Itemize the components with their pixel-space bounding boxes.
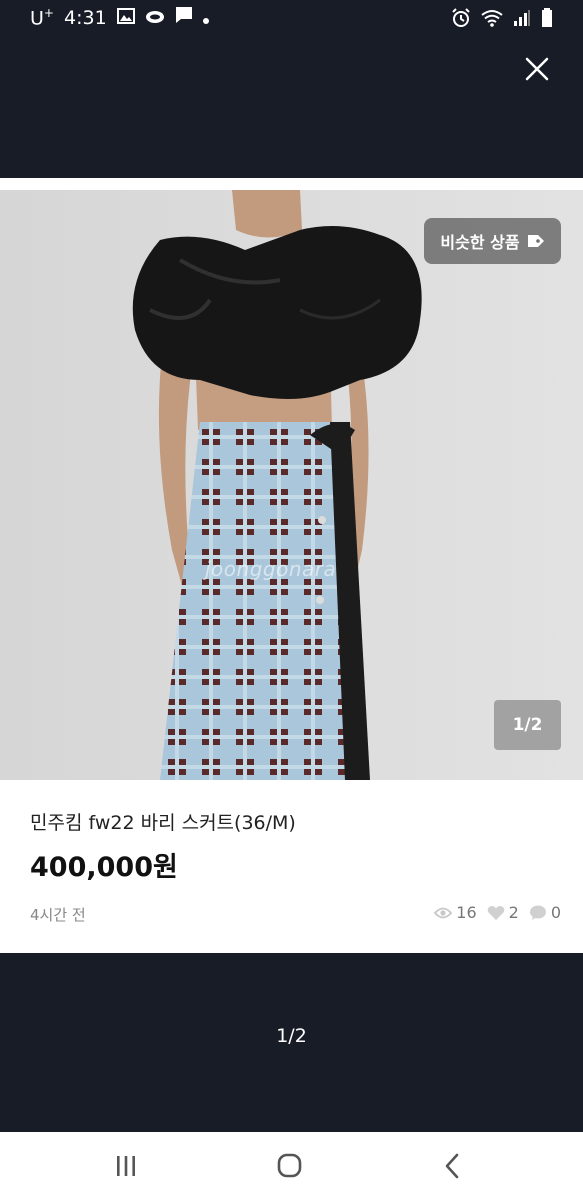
recent-apps-icon xyxy=(117,1156,135,1176)
likes-stat: 2 xyxy=(487,903,519,922)
dot-icon xyxy=(202,7,209,29)
chats-stat: 0 xyxy=(529,903,561,922)
gallery-pager: 1/2 xyxy=(276,1025,307,1047)
signal-icon xyxy=(513,9,531,32)
carrier-label: U+ xyxy=(30,6,54,30)
gallery-icon xyxy=(116,7,135,29)
cloud-icon xyxy=(145,7,165,29)
home-button[interactable] xyxy=(271,1150,307,1182)
clock: 4:31 xyxy=(63,6,107,29)
system-nav-bar xyxy=(0,1132,583,1200)
views-count: 16 xyxy=(456,903,477,922)
views-stat: 16 xyxy=(434,903,477,922)
similar-items-button[interactable]: 비슷한 상품 xyxy=(424,218,561,264)
chats-count: 0 xyxy=(550,903,561,922)
heart-icon xyxy=(487,905,504,920)
battery-icon xyxy=(541,8,553,33)
posted-time: 4시간 전 xyxy=(30,906,86,924)
product-image[interactable]: joonggonara 비슷한 상품 1/2 xyxy=(0,190,583,780)
home-icon xyxy=(277,1153,302,1178)
close-icon xyxy=(525,57,549,81)
image-page-indicator: 1/2 xyxy=(494,700,561,750)
message-icon xyxy=(175,6,193,29)
watermark: joonggonara xyxy=(205,557,337,581)
similar-items-label: 비슷한 상품 xyxy=(440,233,520,252)
status-bar: U+ 4:31 xyxy=(0,0,583,36)
recent-apps-button[interactable] xyxy=(108,1150,144,1182)
product-price: 400,000원 xyxy=(30,852,178,883)
product-title: 민주킴 fw22 바리 스커트(36/M) xyxy=(30,812,296,834)
eye-icon xyxy=(434,907,453,918)
back-button[interactable] xyxy=(434,1150,470,1182)
back-icon xyxy=(445,1153,459,1179)
product-photo xyxy=(0,190,583,780)
wifi-icon xyxy=(481,9,503,32)
alarm-icon xyxy=(451,8,471,33)
product-stats: 16 2 0 xyxy=(428,903,561,922)
likes-count: 2 xyxy=(508,903,519,922)
chat-bubble-icon xyxy=(529,905,546,920)
tag-icon xyxy=(527,235,544,247)
product-card: joonggonara 비슷한 상품 1/2 민주킴 fw22 바리 스커트(3… xyxy=(0,178,583,953)
close-button[interactable] xyxy=(520,52,554,86)
